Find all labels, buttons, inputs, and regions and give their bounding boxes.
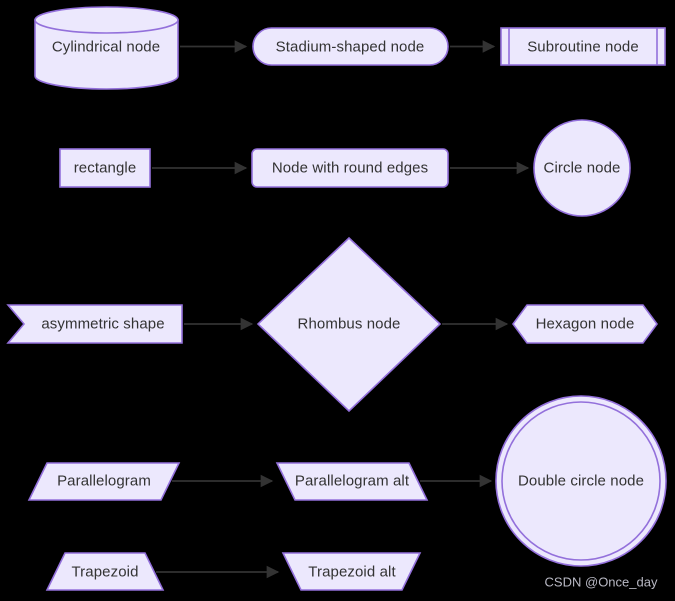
node-subroutine[interactable] bbox=[500, 27, 666, 66]
node-cylindrical[interactable] bbox=[34, 6, 179, 90]
node-trapezoid[interactable] bbox=[45, 552, 165, 591]
node-stadium[interactable] bbox=[252, 27, 449, 66]
flowchart-diagram: Cylindrical node Stadium-shaped node Sub… bbox=[0, 0, 675, 601]
node-double-circle[interactable] bbox=[495, 395, 667, 567]
node-asymmetric[interactable] bbox=[6, 304, 183, 344]
node-round-edges[interactable] bbox=[251, 148, 449, 188]
node-parallelogram-alt[interactable] bbox=[275, 462, 429, 501]
node-rectangle[interactable] bbox=[59, 148, 151, 188]
node-trapezoid-alt[interactable] bbox=[281, 552, 422, 591]
node-hexagon[interactable] bbox=[512, 304, 658, 344]
watermark: CSDN @Once_day bbox=[544, 574, 658, 590]
node-rhombus[interactable] bbox=[256, 236, 442, 413]
node-circle[interactable] bbox=[533, 119, 631, 217]
node-parallelogram[interactable] bbox=[27, 462, 181, 501]
diagram-canvas bbox=[6, 6, 667, 591]
